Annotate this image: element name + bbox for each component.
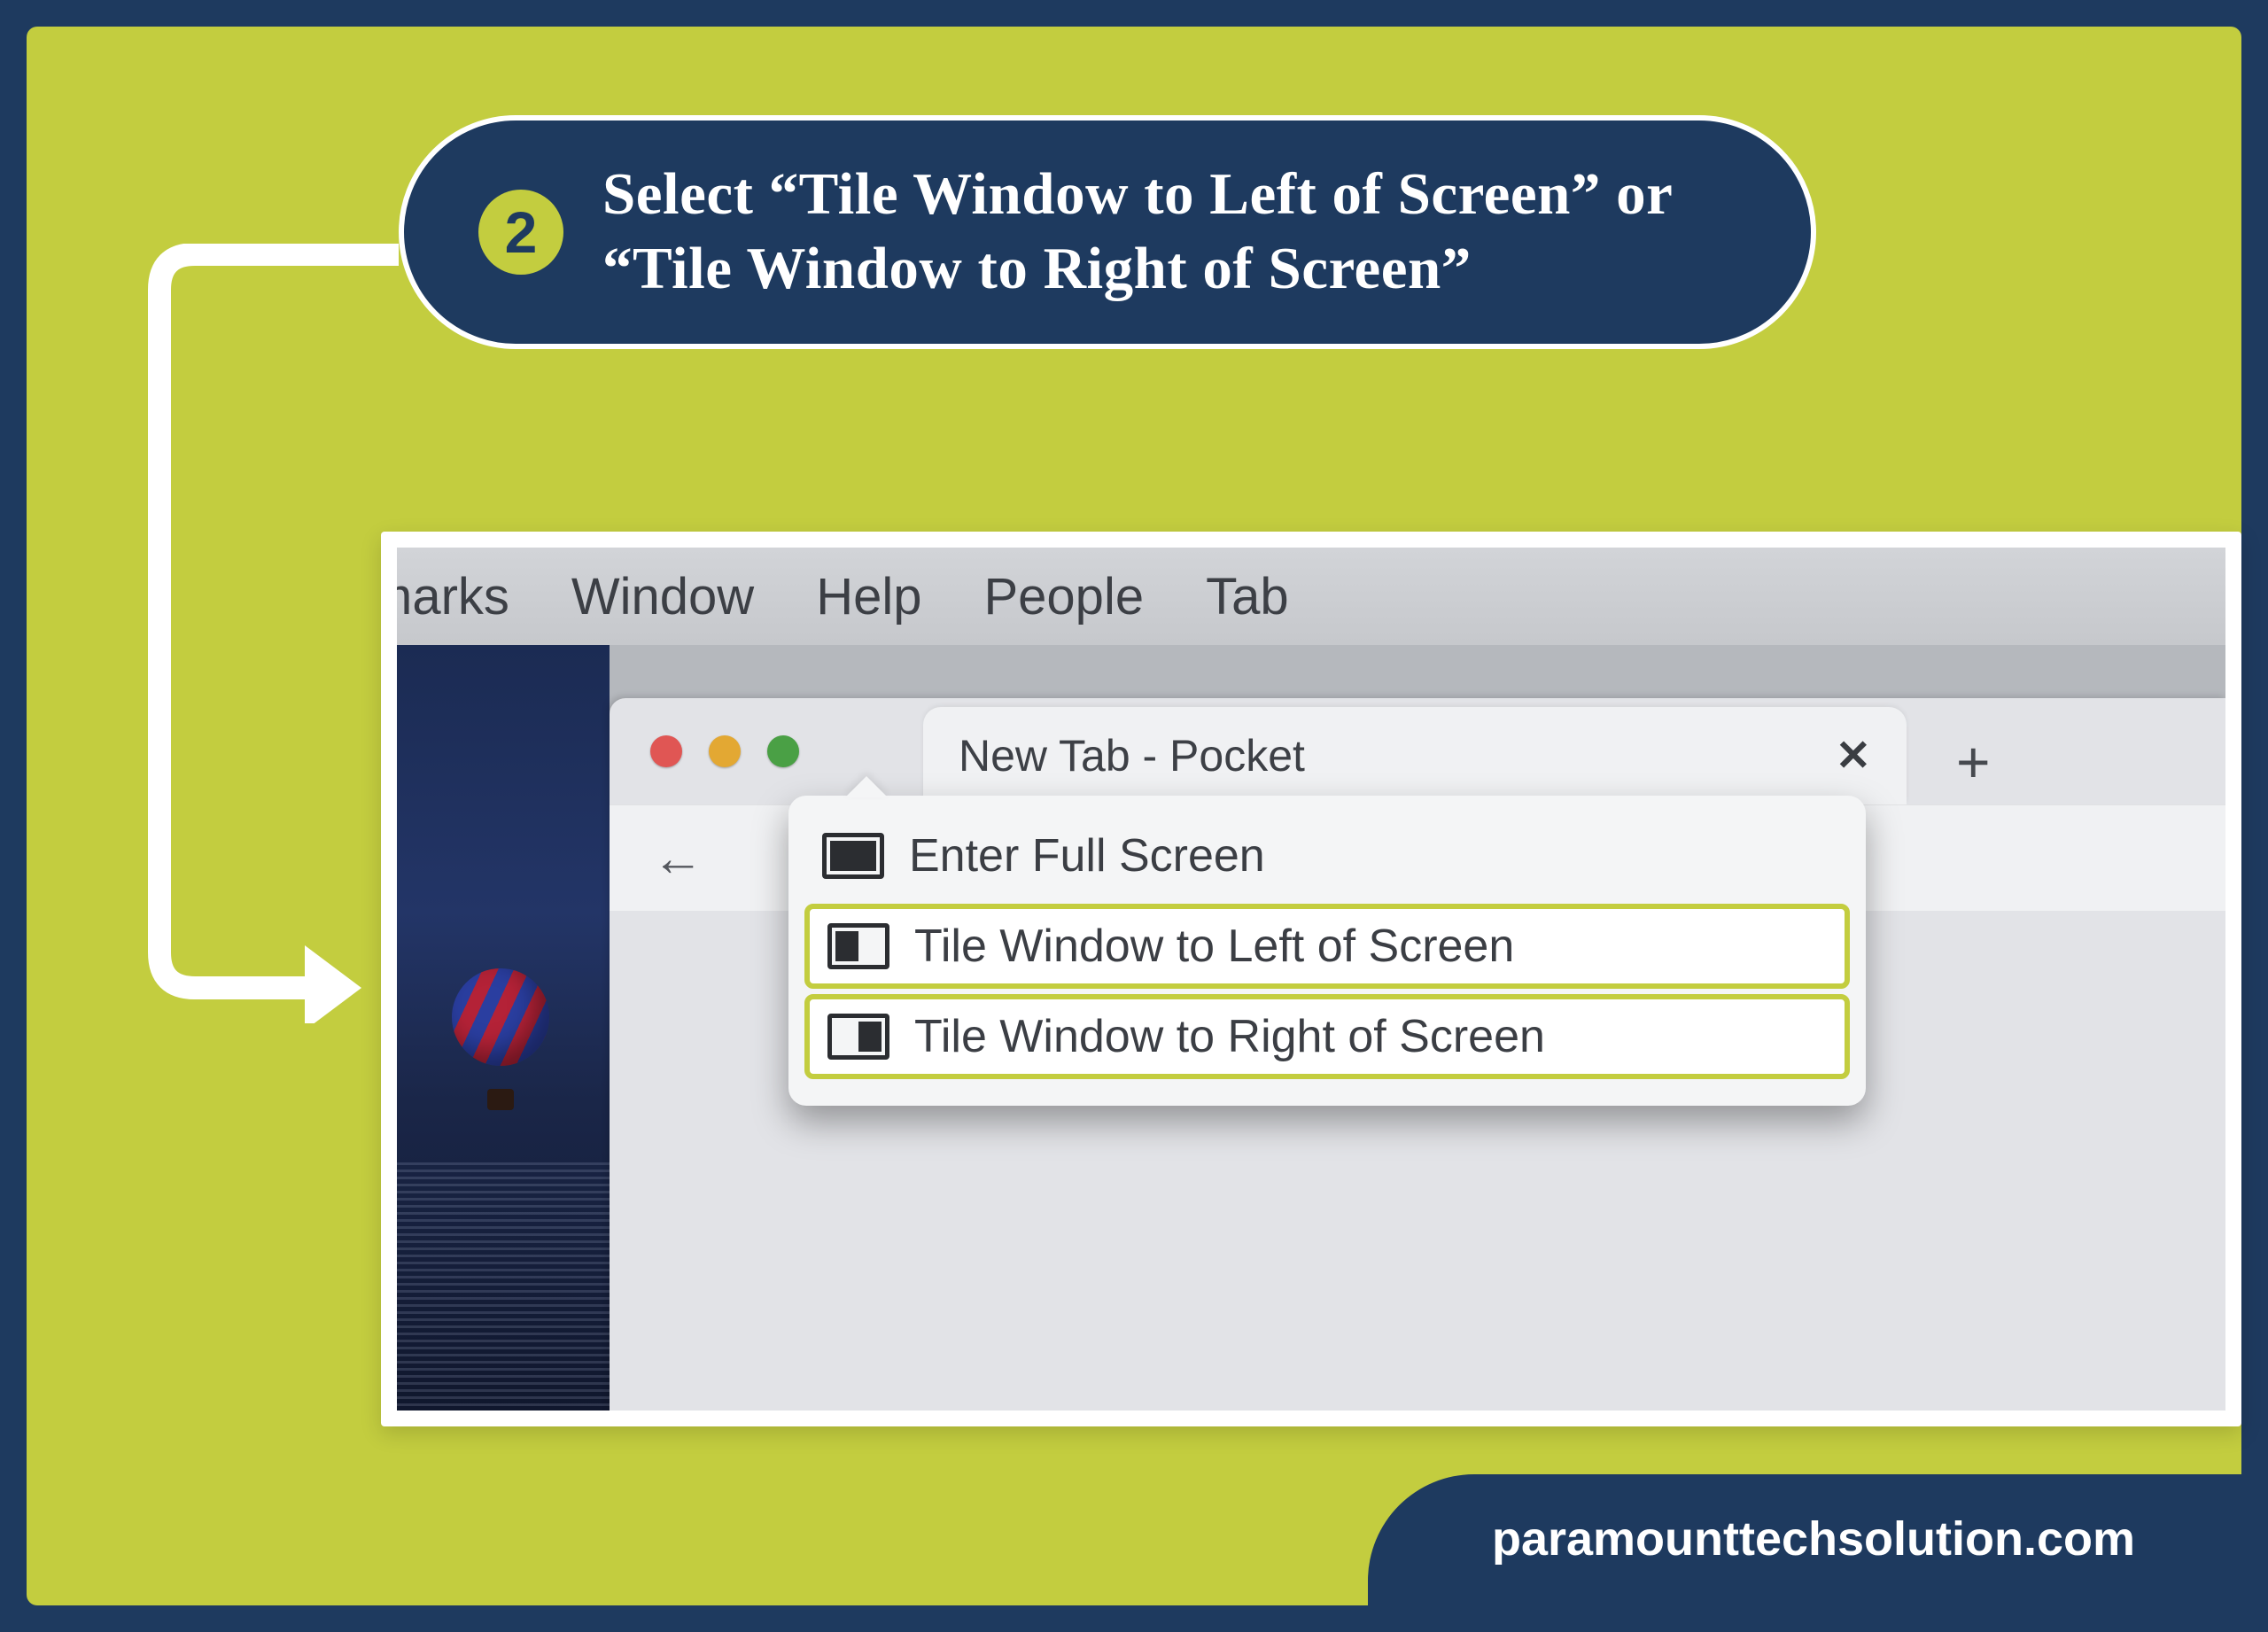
minimize-window-button[interactable]	[709, 735, 741, 767]
menu-item-label: Enter Full Screen	[909, 829, 1265, 882]
instruction-card: 2 Select “Tile Window to Left of Screen”…	[27, 27, 2241, 1605]
menu-item-label: Tile Window to Left of Screen	[914, 920, 1514, 973]
tile-left-icon	[827, 923, 889, 969]
step-pill: 2 Select “Tile Window to Left of Screen”…	[399, 115, 1816, 349]
menu-item-window[interactable]: Window	[566, 567, 759, 626]
back-button[interactable]: ←	[652, 828, 703, 888]
tile-right-icon	[827, 1014, 889, 1060]
new-tab-button[interactable]: +	[1956, 728, 1991, 796]
fullscreen-icon	[822, 833, 884, 879]
close-window-button[interactable]	[650, 735, 682, 767]
window-tiling-menu: Enter Full Screen Tile Window to Left of…	[788, 796, 1866, 1106]
footer-brand: paramounttechsolution.com	[1368, 1474, 2241, 1605]
fullscreen-window-button[interactable]	[767, 735, 799, 767]
menu-item-tile-right[interactable]: Tile Window to Right of Screen	[806, 996, 1848, 1077]
screenshot-inner: kmarks Window Help People Tab	[397, 548, 2225, 1411]
menu-item-bookmarks[interactable]: kmarks	[397, 567, 515, 626]
traffic-lights	[650, 698, 799, 804]
screenshot-panel: kmarks Window Help People Tab	[381, 532, 2241, 1426]
browser-tab[interactable]: New Tab - Pocket ✕	[923, 707, 1907, 804]
balloon-icon	[452, 968, 549, 1110]
menu-item-label: Tile Window to Right of Screen	[914, 1010, 1545, 1063]
tab-title: New Tab - Pocket	[959, 730, 1305, 781]
mac-menubar: kmarks Window Help People Tab	[397, 548, 2225, 645]
menu-item-help[interactable]: Help	[811, 567, 927, 626]
step-number-badge: 2	[478, 190, 563, 275]
menu-item-tab[interactable]: Tab	[1200, 567, 1294, 626]
desktop-wallpaper	[397, 645, 610, 1411]
close-tab-icon[interactable]: ✕	[1836, 731, 1871, 781]
menu-item-tile-left[interactable]: Tile Window to Left of Screen	[806, 905, 1848, 987]
menu-item-people[interactable]: People	[978, 567, 1149, 626]
arrow-icon	[133, 244, 399, 1023]
step-instruction-text: Select “Tile Window to Left of Screen” o…	[602, 158, 1731, 307]
menu-item-enter-fullscreen[interactable]: Enter Full Screen	[801, 815, 1853, 897]
